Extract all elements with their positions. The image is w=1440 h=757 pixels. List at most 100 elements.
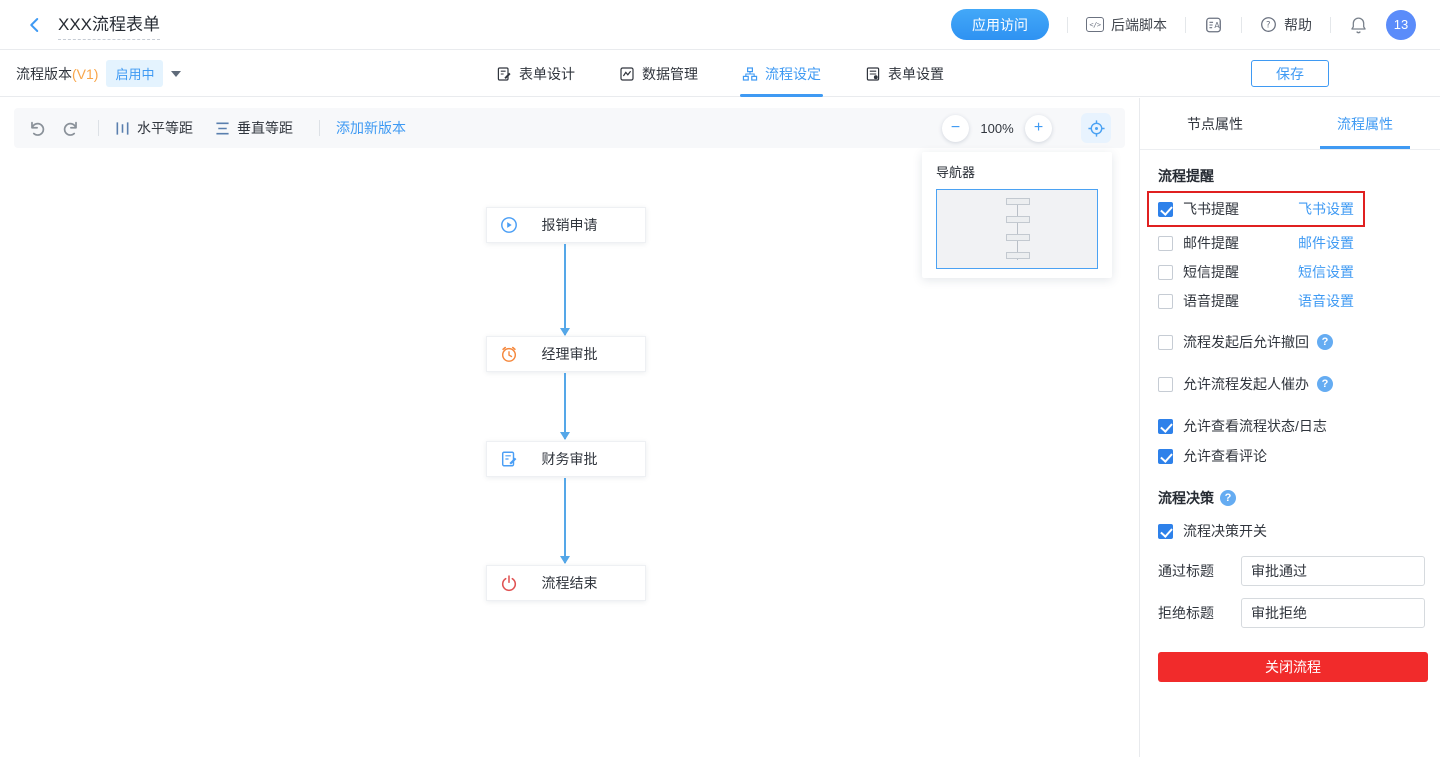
email-checkbox[interactable] [1158, 236, 1173, 251]
tab-process-setting[interactable]: 流程设定 [742, 51, 821, 97]
zoom-level: 100% [980, 121, 1014, 136]
redo-button[interactable] [61, 119, 80, 138]
zoom-in-button[interactable]: + [1025, 115, 1052, 142]
minimap-node [1006, 216, 1030, 223]
flow-node-end[interactable]: 流程结束 [486, 565, 646, 601]
help-icon[interactable]: ? [1317, 376, 1333, 392]
divider [1330, 17, 1331, 33]
divider [98, 120, 99, 136]
tab-label: 表单设置 [888, 64, 944, 84]
chevron-down-icon[interactable] [171, 71, 181, 77]
vertical-equal-label: 垂直等距 [237, 118, 293, 138]
app-access-button[interactable]: 应用访问 [951, 9, 1049, 40]
divider [1241, 17, 1242, 33]
canvas-toolbar: 水平等距 垂直等距 添加新版本 − 100% + [14, 108, 1125, 148]
sms-settings-link[interactable]: 短信设置 [1298, 262, 1354, 282]
flow-node-manager-approval[interactable]: 经理审批 [486, 336, 646, 372]
node-label: 流程结束 [518, 573, 621, 593]
flow-node-finance-approval[interactable]: 财务审批 [486, 441, 646, 477]
chevron-left-icon [26, 16, 44, 34]
page-title: XXX流程表单 [58, 10, 160, 40]
notify-row-sms: 短信提醒 短信设置 [1158, 262, 1354, 282]
node-label: 经理审批 [518, 344, 621, 364]
help-icon[interactable]: ? [1317, 334, 1333, 350]
help-button[interactable]: ? 帮助 [1260, 15, 1312, 35]
minimap-node [1006, 234, 1030, 241]
form-design-icon [496, 66, 512, 82]
save-button[interactable]: 保存 [1251, 60, 1329, 87]
email-settings-link[interactable]: 邮件设置 [1298, 233, 1354, 253]
allow-withdraw-checkbox[interactable] [1158, 335, 1173, 350]
view-comments-checkbox[interactable] [1158, 449, 1173, 464]
view-status-checkbox[interactable] [1158, 419, 1173, 434]
voice-checkbox[interactable] [1158, 294, 1173, 309]
tab-data-management[interactable]: 数据管理 [619, 51, 698, 97]
checkbox-label: 邮件提醒 [1183, 233, 1239, 253]
help-icon[interactable]: ? [1220, 490, 1236, 506]
flow-connector [564, 478, 566, 563]
backend-script-label: 后端脚本 [1111, 15, 1167, 35]
horizontal-spacing-icon [115, 121, 130, 136]
undo-icon [28, 119, 47, 138]
horizontal-equal-label: 水平等距 [137, 118, 193, 138]
sms-checkbox[interactable] [1158, 265, 1173, 280]
tab-form-settings[interactable]: 表单设置 [865, 51, 944, 97]
zoom-out-button[interactable]: − [942, 115, 969, 142]
checkbox-label: 允许流程发起人催办 [1183, 374, 1309, 394]
reject-title-input[interactable] [1241, 598, 1425, 628]
tab-form-design[interactable]: 表单设计 [496, 51, 575, 97]
minimap-node [1006, 198, 1030, 205]
option-row-allow-withdraw: 流程发起后允许撤回 ? [1158, 332, 1424, 352]
status-badge[interactable]: 启用中 [106, 60, 163, 87]
svg-text:?: ? [1266, 20, 1271, 30]
approve-title-input[interactable] [1241, 556, 1425, 586]
bell-icon [1349, 15, 1368, 35]
properties-panel: 节点属性 流程属性 流程提醒 飞书提醒 飞书设置 邮件提醒 邮件设置 [1139, 98, 1440, 757]
decision-switch-checkbox[interactable] [1158, 524, 1173, 539]
notify-row-email: 邮件提醒 邮件设置 [1158, 233, 1354, 253]
option-row-view-status: 允许查看流程状态/日志 [1158, 416, 1424, 436]
top-header: XXX流程表单 应用访问 </> 后端脚本 A ? 帮助 13 [0, 0, 1440, 50]
add-new-version-link[interactable]: 添加新版本 [336, 118, 406, 138]
undo-button[interactable] [28, 119, 47, 138]
version-tag: (V1) [72, 66, 98, 82]
feishu-settings-link[interactable]: 飞书设置 [1298, 199, 1354, 219]
main-tabs: 表单设计 数据管理 流程设定 表单设置 [496, 50, 944, 97]
flow-node-start[interactable]: 报销申请 [486, 207, 646, 243]
app-window: XXX流程表单 应用访问 </> 后端脚本 A ? 帮助 13 [0, 0, 1440, 757]
locate-button[interactable] [1081, 113, 1111, 143]
power-icon [500, 574, 518, 592]
user-avatar[interactable]: 13 [1386, 10, 1416, 40]
horizontal-equal-button[interactable]: 水平等距 [115, 118, 193, 138]
backend-script-button[interactable]: </> 后端脚本 [1086, 15, 1167, 35]
tab-label: 流程设定 [765, 64, 821, 84]
vertical-equal-button[interactable]: 垂直等距 [215, 118, 293, 138]
translate-button[interactable]: A [1204, 16, 1223, 34]
tab-process-properties[interactable]: 流程属性 [1290, 98, 1440, 149]
notification-bell-button[interactable] [1349, 15, 1368, 35]
form-settings-icon [865, 66, 881, 82]
navigator-minimap[interactable] [936, 189, 1098, 269]
node-label: 报销申请 [518, 215, 621, 235]
reject-title-field-row: 拒绝标题 [1158, 598, 1424, 628]
code-icon: </> [1086, 17, 1104, 32]
feishu-checkbox[interactable] [1158, 202, 1173, 217]
flow-canvas[interactable]: 水平等距 垂直等距 添加新版本 − 100% + [0, 98, 1139, 757]
main-area: 水平等距 垂直等距 添加新版本 − 100% + [0, 98, 1440, 757]
alarm-clock-icon [500, 345, 518, 363]
checkbox-label: 允许查看评论 [1183, 446, 1267, 466]
sub-header: 流程版本 (V1) 启用中 表单设计 数据管理 流程设定 表单设置 保存 [0, 50, 1440, 97]
close-process-button[interactable]: 关闭流程 [1158, 652, 1428, 682]
back-button[interactable] [26, 16, 44, 34]
play-icon [500, 216, 518, 234]
tab-node-properties[interactable]: 节点属性 [1140, 98, 1290, 149]
option-row-allow-urge: 允许流程发起人催办 ? [1158, 374, 1424, 394]
tab-label: 数据管理 [642, 64, 698, 84]
approve-title-label: 通过标题 [1158, 561, 1241, 581]
approve-title-field-row: 通过标题 [1158, 556, 1424, 586]
flow-connector [564, 244, 566, 335]
decision-section-label: 流程决策 [1158, 488, 1214, 508]
allow-urge-checkbox[interactable] [1158, 377, 1173, 392]
crosshair-icon [1087, 119, 1106, 138]
voice-settings-link[interactable]: 语音设置 [1298, 291, 1354, 311]
